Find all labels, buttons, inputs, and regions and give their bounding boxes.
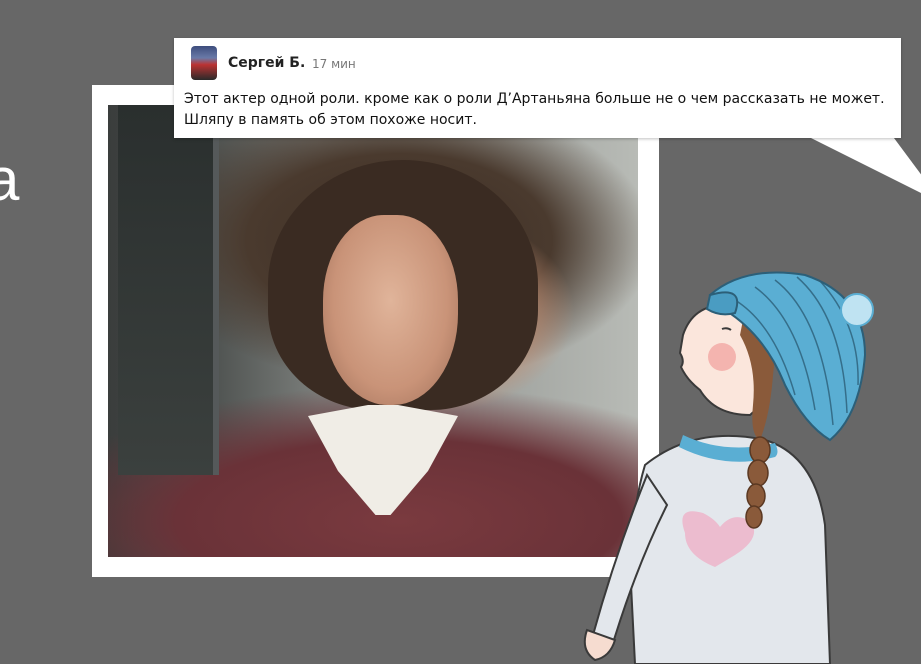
actor-photo <box>108 105 638 557</box>
comment-text: Этот актер одной роли. кроме как о роли … <box>184 91 885 128</box>
photo-window <box>118 105 219 475</box>
comment-time: 17 мин <box>312 57 356 71</box>
photo-collar <box>308 405 458 515</box>
girl-illustration <box>583 271 874 664</box>
speech-bubble-tail <box>803 134 921 193</box>
comment-author[interactable]: Сергей Б. <box>228 55 305 71</box>
user-avatar[interactable] <box>191 46 217 80</box>
comment-card: Сергей Б. 17 мин Этот актер одной роли. … <box>174 38 901 138</box>
cropped-edge-letter: а <box>0 146 20 213</box>
photo-frame <box>92 85 659 577</box>
photo-face <box>323 215 458 405</box>
